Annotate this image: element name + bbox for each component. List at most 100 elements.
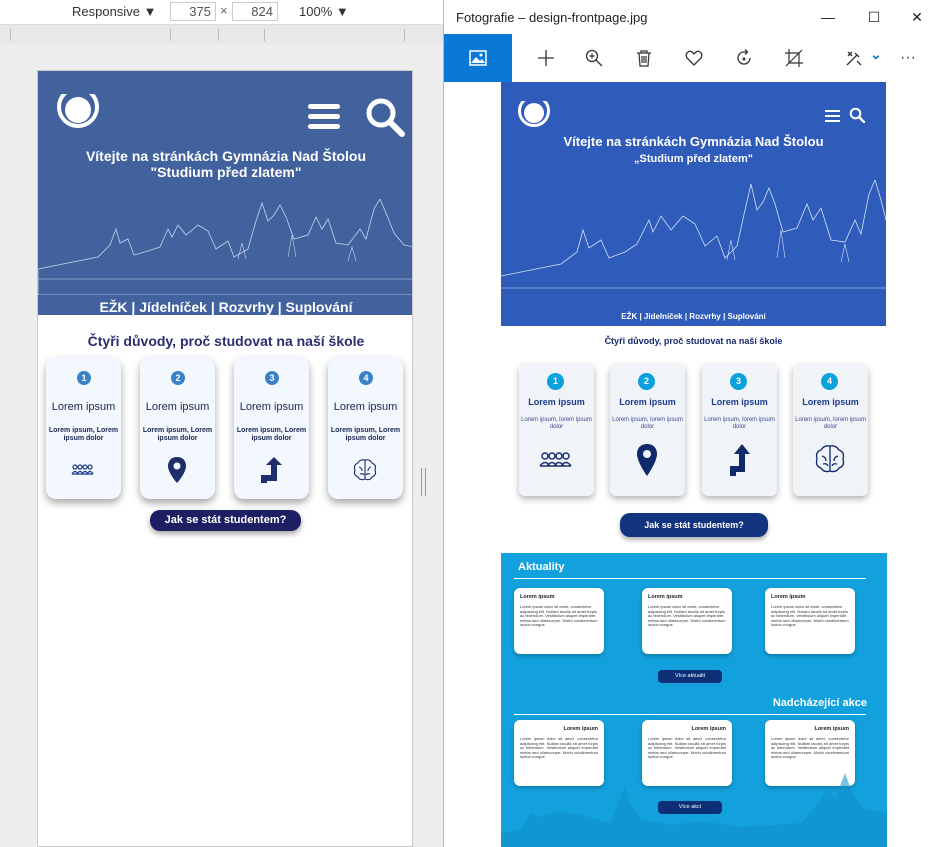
hamburger-menu-icon[interactable] bbox=[308, 104, 340, 132]
event-card-body: Lorem ipsum dolor sit amet, consectetur … bbox=[648, 736, 726, 760]
news-card-body: Lorem ipsum dolor sit amet, consectetur … bbox=[771, 604, 849, 628]
news-divider bbox=[514, 578, 866, 579]
reason-description: Lorem ipsum, Lorem ipsum dolor bbox=[330, 427, 401, 442]
reason-card: 2 Lorem ipsum Lorem ipsum, lorem ipsum d… bbox=[610, 364, 685, 496]
news-heading: Aktuality bbox=[518, 561, 565, 573]
minimize-button[interactable]: — bbox=[805, 0, 851, 34]
event-card-title: Lorem ipsum bbox=[691, 726, 726, 732]
reason-description: Lorem ipsum, lorem ipsum dolor bbox=[521, 417, 592, 430]
reason-number: 3 bbox=[730, 373, 747, 390]
news-card-title: Lorem ipsum bbox=[648, 594, 683, 600]
reason-title: Lorem ipsum bbox=[145, 401, 210, 413]
search-icon bbox=[849, 107, 865, 123]
reason-number: 1 bbox=[547, 373, 564, 390]
reason-description: Lorem ipsum, lorem ipsum dolor bbox=[795, 417, 866, 430]
reason-number: 2 bbox=[638, 373, 655, 390]
event-card-body: Lorem ipsum dolor sit amet, consectetur … bbox=[520, 736, 598, 760]
reason-title: Lorem ipsum bbox=[528, 397, 585, 407]
device-label: Responsive bbox=[72, 4, 140, 19]
event-card-body: Lorem ipsum dolor sit amet, consectetur … bbox=[771, 736, 849, 760]
delete-button[interactable] bbox=[622, 34, 666, 82]
rotate-button[interactable] bbox=[722, 34, 766, 82]
reason-number: 1 bbox=[77, 371, 91, 385]
news-card-body: Lorem ipsum dolor sit amet, consectetur … bbox=[648, 604, 726, 628]
reason-title: Lorem ipsum bbox=[802, 397, 859, 407]
reason-card: 3 Lorem ipsum Lorem ipsum, lorem ipsum d… bbox=[702, 364, 777, 496]
favorite-button[interactable] bbox=[672, 34, 716, 82]
reasons-title: Čtyři důvody, proč studovat na naší škol… bbox=[604, 336, 783, 346]
dropdown-arrow-icon: ▼ bbox=[143, 4, 157, 19]
crop-button[interactable] bbox=[772, 34, 816, 82]
group-people-icon bbox=[71, 464, 94, 475]
photos-toolbar: ⌄ ··· bbox=[444, 34, 929, 82]
devtools-browser-pane: Responsive ▼ 375 × 824 100% ▼ Vítejte na… bbox=[0, 0, 443, 847]
reason-card[interactable]: 1 Lorem ipsum Lorem ipsum, Lorem ipsum d… bbox=[46, 357, 121, 499]
device-select[interactable]: Responsive ▼ bbox=[72, 4, 156, 19]
skyline-watermark bbox=[501, 773, 887, 847]
reason-card: 4 Lorem ipsum Lorem ipsum, lorem ipsum d… bbox=[793, 364, 868, 496]
brain-icon bbox=[353, 459, 377, 481]
news-events-section: Aktuality Lorem ipsum Lorem ipsum dolor … bbox=[501, 553, 887, 847]
view-image-button[interactable] bbox=[444, 34, 512, 82]
edit-button[interactable]: ⌄ bbox=[832, 34, 888, 82]
welcome-heading: Vítejte na stránkách Gymnázia Nad Štolou bbox=[563, 134, 824, 149]
design-hero-section: Vítejte na stránkách Gymnázia Nad Štolou… bbox=[501, 82, 886, 326]
zoom-button[interactable] bbox=[572, 34, 616, 82]
reason-card[interactable]: 3 Lorem ipsum Lorem ipsum, Lorem ipsum d… bbox=[234, 357, 309, 499]
photos-app-window: Fotografie – design-frontpage.jpg — ☐ ✕ … bbox=[443, 0, 929, 847]
welcome-heading: Vítejte na stránkách Gymnázia Nad Štolou bbox=[85, 148, 367, 164]
image-icon bbox=[469, 50, 487, 66]
media-query-bar bbox=[0, 24, 443, 44]
zoom-in-icon bbox=[585, 49, 603, 67]
reason-card: 1 Lorem ipsum Lorem ipsum, lorem ipsum d… bbox=[519, 364, 594, 496]
reason-title: Lorem ipsum bbox=[333, 401, 398, 413]
ruler-tick bbox=[10, 29, 11, 41]
more-options-button[interactable]: ··· bbox=[900, 34, 929, 82]
device-toolbar: Responsive ▼ 375 × 824 100% ▼ bbox=[0, 0, 443, 24]
ruler-tick bbox=[264, 29, 265, 41]
height-input[interactable]: 824 bbox=[232, 2, 278, 21]
add-button[interactable] bbox=[524, 34, 568, 82]
rotate-icon bbox=[737, 49, 751, 65]
hero-section: Vítejte na stránkách Gymnázia Nad Štolou… bbox=[38, 71, 412, 315]
zoom-select[interactable]: 100% ▼ bbox=[299, 4, 349, 19]
chevron-down-icon: ⌄ bbox=[870, 46, 882, 62]
crop-icon bbox=[785, 49, 803, 67]
news-card: Lorem ipsum Lorem ipsum dolor sit amet, … bbox=[642, 588, 732, 654]
reason-title: Lorem ipsum bbox=[711, 397, 768, 407]
news-card-body: Lorem ipsum dolor sit amet, consectetur … bbox=[520, 604, 598, 628]
reason-number: 4 bbox=[821, 373, 838, 390]
reason-card[interactable]: 2 Lorem ipsum Lorem ipsum, Lorem ipsum d… bbox=[140, 357, 215, 499]
reason-number: 4 bbox=[359, 371, 373, 385]
reason-description: Lorem ipsum, Lorem ipsum dolor bbox=[142, 427, 213, 442]
reason-number: 2 bbox=[171, 371, 185, 385]
trash-icon bbox=[637, 50, 651, 67]
dropdown-arrow-icon: ▼ bbox=[335, 4, 349, 19]
reason-title: Lorem ipsum bbox=[51, 401, 116, 413]
more-news-button: Více aktualit bbox=[658, 670, 722, 683]
edit-tools-icon bbox=[846, 51, 862, 66]
window-title: Fotografie – design-frontpage.jpg bbox=[456, 10, 648, 25]
reason-description: Lorem ipsum, Lorem ipsum dolor bbox=[236, 427, 307, 442]
quick-links[interactable]: EŽK | Jídelníček | Rozvrhy | Suplování bbox=[38, 299, 412, 315]
arrow-up-turn-icon bbox=[261, 457, 282, 483]
search-icon[interactable] bbox=[365, 97, 405, 137]
news-card-title: Lorem ipsum bbox=[520, 594, 555, 600]
width-input[interactable]: 375 bbox=[170, 2, 216, 21]
how-to-become-student-button: Jak se stát studentem? bbox=[620, 513, 768, 537]
ruler-tick bbox=[404, 29, 405, 41]
how-to-become-student-button[interactable]: Jak se stát studentem? bbox=[150, 510, 301, 531]
hamburger-menu-icon bbox=[825, 110, 840, 122]
resize-handle[interactable] bbox=[421, 468, 426, 496]
reason-card[interactable]: 4 Lorem ipsum Lorem ipsum, Lorem ipsum d… bbox=[328, 357, 403, 499]
event-card-title: Lorem ipsum bbox=[814, 726, 849, 732]
map-pin-icon bbox=[168, 457, 186, 483]
dimension-times: × bbox=[220, 3, 228, 18]
title-bar: Fotografie – design-frontpage.jpg — ☐ ✕ bbox=[444, 0, 929, 34]
close-button[interactable]: ✕ bbox=[894, 0, 929, 34]
maximize-button[interactable]: ☐ bbox=[851, 0, 897, 34]
prague-skyline-illustration bbox=[501, 180, 886, 289]
ruler-tick bbox=[218, 29, 219, 41]
reason-title: Lorem ipsum bbox=[239, 401, 304, 413]
school-logo-icon[interactable] bbox=[56, 85, 100, 129]
